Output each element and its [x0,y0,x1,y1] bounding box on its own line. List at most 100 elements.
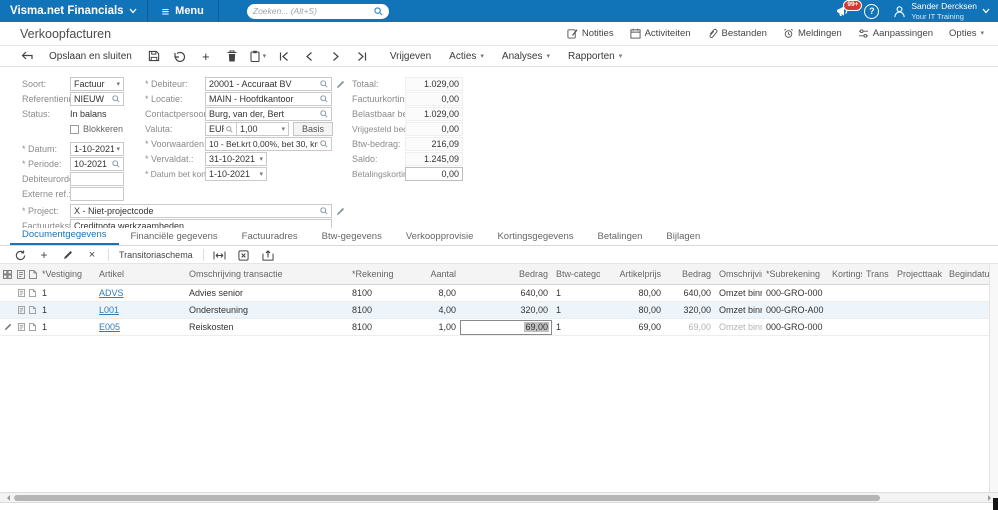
tab-factuuradres[interactable]: Factuuradres [230,228,310,245]
cell-subrekening[interactable]: 000-GRO-000 [762,319,828,335]
row-file-button[interactable] [27,302,38,318]
cell-kortings[interactable] [828,285,862,301]
artikel-link[interactable]: ADVS [99,288,124,298]
add-record-button[interactable]: + [193,46,219,66]
user-menu[interactable]: Sander Dercksen Your IT Training [893,1,990,21]
activiteiten-button[interactable]: Activiteiten [630,28,691,39]
cell-bedrag-editing[interactable]: 69,00 [460,319,552,335]
basis-button[interactable]: Basis [293,122,333,136]
cell-aantal[interactable]: 4,00 [418,302,460,318]
grid-refresh-button[interactable] [8,247,32,263]
cell-trans[interactable] [862,285,893,301]
lookup-icon[interactable] [320,80,328,88]
cell-omschrijving-transactie[interactable]: Ondersteuning [185,302,348,318]
cell-kortings[interactable] [828,302,862,318]
bedrag-edit-input[interactable]: 69,00 [460,319,552,335]
vervaldat-field[interactable]: 31-10-2021 ▾ [205,152,267,166]
blokkeren-checkbox[interactable] [70,124,79,134]
cell-omschrijving-transactie[interactable]: Advies senior [185,285,348,301]
row-note-button[interactable] [15,319,27,335]
cell-artikel[interactable]: ADVS [95,285,185,301]
lookup-icon[interactable] [112,160,120,168]
cell-omschrijving[interactable]: Omzet binn... [715,302,762,318]
datum-field[interactable]: 1-10-2021 ▾ [70,142,124,156]
column-header-projecttaak[interactable]: Projecttaak [893,264,945,284]
tab-bijlagen[interactable]: Bijlagen [654,228,712,245]
files-column-header[interactable] [27,264,38,284]
delete-record-button[interactable] [219,46,245,66]
horizontal-scrollbar[interactable] [0,492,998,503]
cell-bedrag[interactable]: 320,00 [460,302,552,318]
periode-field[interactable]: 10-2021 [70,157,124,171]
locatie-field[interactable]: MAIN - Hoofdkantoor [205,92,332,106]
row-note-button[interactable] [15,302,27,318]
artikel-link[interactable]: E005 [99,322,120,332]
lookup-icon[interactable] [320,140,328,148]
global-search-input[interactable]: Zoeken... (Alt+S) [246,3,389,19]
cell-subrekening[interactable]: 000-GRO-A00 [762,302,828,318]
cell-rekening[interactable]: 8100 [348,319,418,335]
column-header-bedrag[interactable]: Bedrag [460,264,552,284]
scroll-left-arrow[interactable] [4,495,10,501]
cell-trans[interactable] [862,302,893,318]
lookup-icon[interactable] [112,95,120,103]
brand-menu[interactable]: Visma.net Financials [0,0,147,22]
transitoriaschema-button[interactable]: Transitoriaschema [113,250,199,260]
tab-kortingsgegevens[interactable]: Kortingsgegevens [485,228,585,245]
column-header-omschrijving-transactie[interactable]: Omschrijving transactie [185,264,348,284]
cell-bedrag-2[interactable]: 640,00 [665,285,715,301]
bestanden-button[interactable]: Bestanden [707,28,767,39]
debiteur-edit-pencil-icon[interactable] [336,80,345,89]
datum-bet-korting-field[interactable]: 1-10-2021 ▾ [205,167,267,181]
tab-documentgegevens[interactable]: Documentgegevens [10,226,119,245]
tab-verkoopprovisie[interactable]: Verkoopprovisie [394,228,486,245]
undo-button[interactable] [167,46,193,66]
cell-rekening[interactable]: 8100 [348,285,418,301]
column-header-artikelprijs[interactable]: Artikelprijs [600,264,665,284]
debiteur-field[interactable]: 20001 - Accuraat BV [205,77,332,91]
cell-btw-categorie[interactable]: 1 [552,319,600,335]
grid-add-row-button[interactable]: + [32,247,56,263]
analyses-dropdown[interactable]: Analyses ▾ [493,51,559,62]
column-header-subrekening[interactable]: *Subrekening [762,264,828,284]
cell-aantal[interactable]: 8,00 [418,285,460,301]
cell-omschrijving[interactable]: Omzet binn... [715,285,762,301]
grid-delete-row-button[interactable]: × [80,247,104,263]
previous-record-button[interactable] [297,46,323,66]
tab-financiele-gegevens[interactable]: Financiële gegevens [119,228,230,245]
announcements-button[interactable]: 99+ [836,0,863,17]
cell-artikelprijs[interactable]: 80,00 [600,285,665,301]
column-header-bedrag-2[interactable]: Bedrag [665,264,715,284]
grid-row-1[interactable]: 1 ADVS Advies senior 8100 8,00 640,00 1 … [0,285,998,302]
debiteurorder-field[interactable] [70,172,124,186]
cell-bedrag-2[interactable]: 320,00 [665,302,715,318]
cell-rekening[interactable]: 8100 [348,302,418,318]
vertical-scrollbar[interactable] [989,264,998,492]
aanpassingen-button[interactable]: Aanpassingen [858,28,933,39]
cell-artikelprijs[interactable]: 80,00 [600,302,665,318]
cell-trans[interactable] [862,319,893,335]
opties-dropdown[interactable]: Opties ▾ [949,28,984,39]
cell-vestiging[interactable]: 1 [38,285,95,301]
help-button[interactable]: ? [864,3,880,19]
fit-columns-button[interactable] [208,247,232,263]
column-header-kortings[interactable]: Kortings [828,264,862,284]
betalingskorting-input[interactable]: 0,00 [405,167,463,181]
row-file-button[interactable] [27,319,38,335]
save-and-close-button[interactable]: Opslaan en sluiten [40,51,141,62]
cell-artikelprijs[interactable]: 69,00 [600,319,665,335]
cell-aantal[interactable]: 1,00 [418,319,460,335]
lookup-icon[interactable] [226,125,233,133]
cell-subrekening[interactable]: 000-GRO-000 [762,285,828,301]
column-header-omschrijving[interactable]: Omschrijving [715,264,762,284]
last-record-button[interactable] [349,46,375,66]
notities-button[interactable]: Notities [567,28,614,39]
save-button[interactable] [141,46,167,66]
contactpersoon-field[interactable]: Burg, van der, Bert [205,107,332,121]
valuta-code-field[interactable]: EUR [205,122,237,136]
grid-edit-row-button[interactable] [56,247,80,263]
cell-bedrag[interactable]: 640,00 [460,285,552,301]
valuta-rate-select[interactable]: 1,00 ▾ [237,122,289,136]
meldingen-button[interactable]: Meldingen [783,28,842,39]
tab-betalingen[interactable]: Betalingen [586,228,655,245]
